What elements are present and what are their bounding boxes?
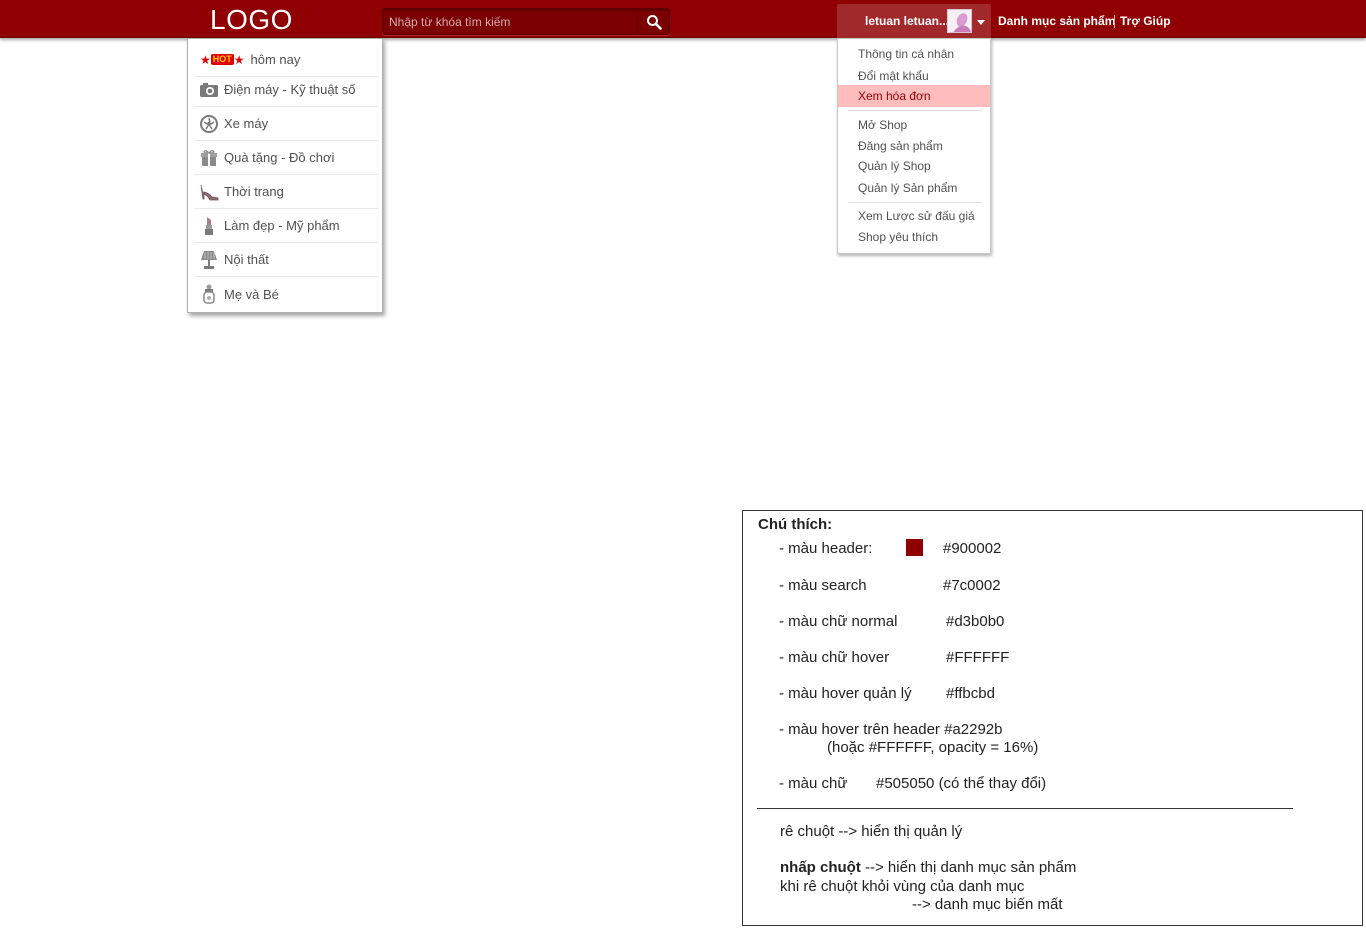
user-dropdown-menu: Thông tin cá nhân Đổi mật khẩu Xem hóa đ… bbox=[837, 38, 991, 254]
avatar-image-icon bbox=[953, 13, 971, 32]
legend-title: Chú thích: bbox=[758, 516, 833, 533]
high-heel-icon bbox=[198, 182, 220, 202]
legend-label-hover-manage: - màu hover quản lý bbox=[779, 685, 912, 702]
legend-value-search: #7c0002 bbox=[943, 577, 1001, 594]
nav-link-categories[interactable]: Danh mục sản phẩm bbox=[998, 14, 1115, 28]
legend-label-hover-header: - màu hover trên header #a2292b bbox=[779, 721, 1003, 738]
category-label: Quà tặng - Đồ chơi bbox=[224, 150, 335, 165]
note-click-rest: --> hiển thị danh mục sản phẩm bbox=[860, 859, 1077, 876]
category-item-motorbike[interactable]: Xe máy bbox=[194, 107, 378, 141]
baby-bottle-icon bbox=[198, 284, 220, 304]
category-item-electronics[interactable]: Điện máy - Kỹ thuật số bbox=[194, 73, 378, 107]
legend-value-header: #900002 bbox=[943, 540, 1002, 557]
search-input[interactable] bbox=[389, 13, 633, 31]
category-label: Xe máy bbox=[224, 116, 269, 131]
category-item-fashion[interactable]: Thời trang bbox=[194, 175, 378, 209]
lipstick-icon bbox=[198, 216, 220, 236]
chevron-down-icon bbox=[977, 20, 985, 25]
category-dropdown: ★ HOT ★ hôm nay Điện máy - Kỹ thuật số Xe … bbox=[187, 38, 383, 313]
category-label: Nội thất bbox=[224, 252, 269, 267]
legend-label-header: - màu header: bbox=[779, 540, 873, 557]
avatar bbox=[947, 9, 972, 33]
category-item-beauty[interactable]: Làm đẹp - Mỹ phẩm bbox=[194, 209, 378, 243]
category-item-hot[interactable]: ★ HOT ★ hôm nay bbox=[194, 43, 378, 77]
note-click-bold: nhấp chuột bbox=[780, 859, 861, 876]
gift-icon bbox=[198, 148, 220, 168]
menu-divider bbox=[848, 110, 982, 111]
menu-item-auction-history[interactable]: Xem Lược sử đấu giá bbox=[838, 205, 990, 227]
camera-icon bbox=[198, 80, 220, 100]
header-bar: LOGO letuan letuan... Danh mục sản phẩm … bbox=[0, 0, 1366, 38]
menu-divider bbox=[848, 202, 982, 203]
user-account-toggle[interactable]: letuan letuan... bbox=[837, 4, 991, 38]
legend-divider bbox=[757, 808, 1293, 809]
menu-item-view-invoices[interactable]: Xem hóa đơn bbox=[838, 85, 990, 107]
logo[interactable]: LOGO bbox=[210, 4, 293, 36]
nav-divider bbox=[1114, 15, 1115, 28]
legend-value-hover-header: (hoặc #FFFFFF, opacity = 16%) bbox=[827, 739, 1039, 756]
menu-item-change-password[interactable]: Đổi mật khẩu bbox=[838, 65, 990, 87]
legend-box: Chú thích: - màu header: #900002 - màu s… bbox=[742, 510, 1363, 926]
category-item-gifts[interactable]: Quà tặng - Đồ chơi bbox=[194, 141, 378, 175]
category-label: Điện máy - Kỹ thuật số bbox=[224, 82, 356, 97]
menu-item-open-shop[interactable]: Mở Shop bbox=[838, 114, 990, 136]
search-box bbox=[382, 8, 670, 35]
legend-label-text-hover: - màu chữ hover bbox=[779, 649, 890, 666]
note-leave: khi rê chuột khỏi vùng của danh mục bbox=[780, 878, 1025, 895]
legend-value-text-hover: #FFFFFF bbox=[946, 649, 1010, 666]
menu-item-manage-products[interactable]: Quản lý Sản phẩm bbox=[838, 177, 990, 199]
wheel-icon bbox=[198, 114, 220, 134]
note-hover: rê chuột --> hiển thị quản lý bbox=[780, 823, 963, 840]
legend-label-text: - màu chữ bbox=[779, 775, 848, 792]
lamp-icon bbox=[198, 250, 220, 270]
note-result: --> danh mục biến mất bbox=[912, 896, 1063, 913]
category-label: Mẹ và Bé bbox=[224, 286, 279, 302]
category-item-furniture[interactable]: Nội thất bbox=[194, 243, 378, 277]
menu-item-manage-shop[interactable]: Quản lý Shop bbox=[838, 155, 990, 177]
hot-star-icon: ★ HOT ★ bbox=[200, 52, 245, 67]
search-button[interactable] bbox=[637, 9, 669, 34]
note-click: nhấp chuột --> hiển thị danh mục sản phẩ… bbox=[780, 859, 1076, 876]
category-item-mother-baby[interactable]: Mẹ và Bé bbox=[194, 277, 378, 311]
legend-value-text-normal: #d3b0b0 bbox=[946, 613, 1005, 630]
menu-item-favorite-shops[interactable]: Shop yêu thích bbox=[838, 226, 990, 248]
header-color-swatch bbox=[906, 539, 923, 556]
nav-link-help[interactable]: Trợ Giúp bbox=[1120, 14, 1171, 28]
legend-value-text: #505050 (có thể thay đổi) bbox=[876, 775, 1047, 792]
user-name: letuan letuan... bbox=[865, 14, 950, 28]
menu-item-post-product[interactable]: Đăng sản phẩm bbox=[838, 135, 990, 157]
category-label: hôm nay bbox=[250, 52, 301, 67]
category-label: Thời trang bbox=[224, 184, 284, 199]
legend-label-text-normal: - màu chữ normal bbox=[779, 613, 898, 630]
legend-value-hover-manage: #ffbcbd bbox=[946, 685, 995, 702]
search-icon bbox=[646, 14, 662, 30]
legend-label-search: - màu search bbox=[779, 577, 867, 594]
menu-item-profile[interactable]: Thông tin cá nhân bbox=[838, 43, 990, 65]
category-label: Làm đẹp - Mỹ phẩm bbox=[224, 218, 340, 233]
